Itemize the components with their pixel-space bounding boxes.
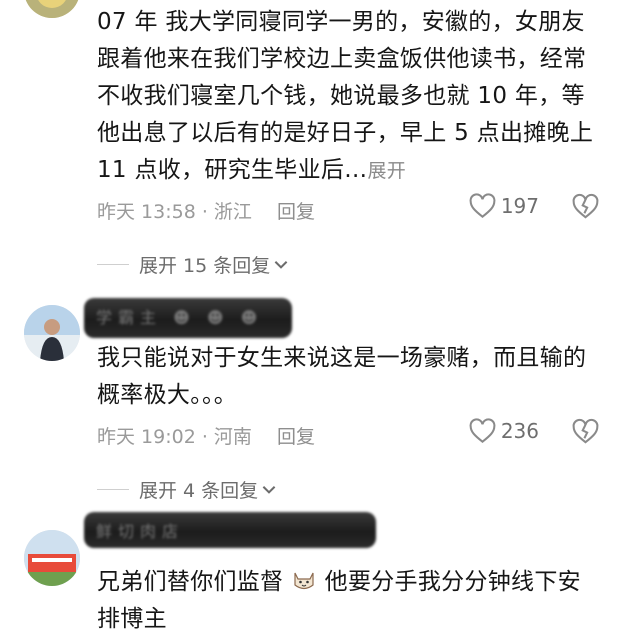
like-count: 236 — [500, 419, 539, 443]
comment-text: 07 年 我大学同寝同学一男的，安徽的，女朋友跟着他来在我们学校边上卖盒饭供他读… — [97, 9, 594, 183]
avatar[interactable] — [24, 0, 80, 18]
expand-replies-label: 展开 15 条回复 — [139, 254, 271, 277]
avatar[interactable] — [24, 530, 80, 586]
time-location: 昨天 13:58 · 浙江 — [97, 201, 252, 223]
dislike-button[interactable] — [572, 193, 599, 225]
broken-heart-icon — [572, 418, 599, 444]
username-redacted: 学霸主 ☻ ☻ ☻ — [84, 298, 292, 338]
like-button[interactable]: 236 — [469, 418, 539, 444]
expand-replies-button[interactable]: 展开 4 条回复 — [97, 474, 278, 504]
reply-button[interactable]: 回复 — [277, 422, 315, 449]
broken-heart-icon — [572, 193, 599, 219]
comment-meta: 昨天 13:58 · 浙江 回复 197 — [97, 193, 599, 227]
time-location: 昨天 19:02 · 河南 — [97, 426, 252, 448]
reply-button[interactable]: 回复 — [277, 197, 315, 224]
avatar-image — [24, 0, 80, 18]
divider-line — [97, 263, 129, 265]
expand-replies-label: 展开 4 条回复 — [139, 479, 259, 502]
avatar-image — [24, 305, 80, 361]
comment-meta: 昨天 19:02 · 河南 回复 236 — [97, 418, 599, 452]
like-count: 197 — [500, 194, 539, 218]
dislike-button[interactable] — [572, 418, 599, 450]
expand-replies-button[interactable]: 展开 15 条回复 — [97, 249, 290, 279]
username-redacted: 鲜切肉店 — [84, 512, 376, 548]
chevron-down-icon — [262, 486, 276, 494]
comment-text: 我只能说对于女生来说这是一场豪赌，而且输的概率极大。。。 — [97, 345, 587, 408]
chevron-down-icon — [274, 261, 288, 269]
heart-icon — [469, 418, 496, 443]
avatar-image — [24, 530, 80, 586]
heart-icon — [469, 193, 496, 218]
comment-text: 兄弟们替你们监督 他要分手我分分钟线下安排博主 — [97, 569, 581, 632]
cat-face-icon — [294, 572, 314, 590]
like-button[interactable]: 197 — [469, 193, 539, 219]
expand-text-link[interactable]: 展开 — [367, 160, 406, 182]
avatar[interactable] — [24, 305, 80, 361]
divider-line — [97, 488, 129, 490]
